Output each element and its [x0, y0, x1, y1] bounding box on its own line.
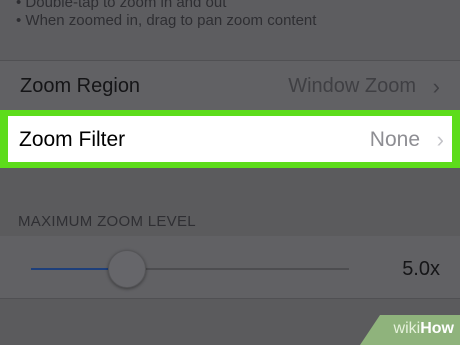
chevron-right-icon: ›	[436, 127, 444, 152]
note-double-tap: • Double-tap to zoom in and out	[16, 0, 227, 11]
slider-track[interactable]	[127, 268, 349, 270]
zoom-filter-label: Zoom Filter	[19, 128, 126, 151]
zoom-filter-value: None	[369, 128, 420, 151]
note-drag-pan: • When zoomed in, drag to pan zoom conte…	[16, 12, 317, 29]
max-zoom-slider-row: 5.0x	[0, 236, 460, 298]
watermark-prefix: wiki	[393, 320, 421, 337]
divider	[0, 298, 460, 299]
wikihow-watermark: wikiHow	[360, 315, 460, 345]
gesture-notes: • Double-tap to zoom in and out • When z…	[0, 0, 460, 60]
zoom-filter-row[interactable]: Zoom Filter None ›	[8, 116, 452, 162]
chevron-right-icon: ›	[432, 74, 440, 99]
max-zoom-value: 5.0x	[402, 258, 440, 280]
zoom-region-value: Window Zoom	[288, 75, 416, 97]
max-zoom-header: MAXIMUM ZOOM LEVEL	[18, 213, 196, 230]
slider-thumb[interactable]	[108, 250, 146, 288]
zoom-region-label: Zoom Region	[20, 75, 141, 97]
zoom-region-row[interactable]: Zoom Region Window Zoom ›	[0, 61, 460, 113]
zoom-filter-highlight: Zoom Filter None ›	[0, 110, 460, 168]
watermark-brand: How	[420, 320, 454, 337]
watermark-logo: wikiHow	[394, 320, 454, 338]
